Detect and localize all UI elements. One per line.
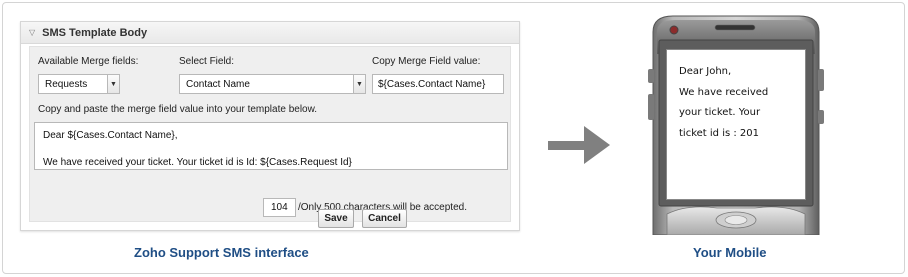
mobile-phone: Dear John, We have received your ticket.… (647, 14, 825, 235)
phone-screen: Dear John, We have received your ticket.… (666, 49, 806, 200)
merge-fields-selected: Requests (45, 78, 88, 90)
merge-field-value-input[interactable]: ${Cases.Contact Name} (372, 74, 504, 94)
template-line-2: We have received your ticket. Your ticke… (43, 157, 352, 168)
left-caption: Zoho Support SMS interface (134, 245, 309, 260)
collapse-triangle-icon[interactable]: ▽ (29, 28, 35, 37)
chevron-down-icon[interactable]: ▼ (107, 75, 119, 93)
sms-line-3: your ticket. Your (679, 107, 761, 118)
panel-title: SMS Template Body (42, 26, 148, 39)
arrow-right-icon (548, 126, 610, 164)
sms-line-4: ticket id is : 201 (679, 127, 759, 139)
sms-template-textarea[interactable]: Dear ${Cases.Contact Name}, We have rece… (34, 122, 508, 170)
merge-fields-label: Available Merge fields: (38, 56, 139, 67)
sms-message: Dear John, We have received your ticket.… (667, 50, 805, 144)
template-line-1: Dear ${Cases.Contact Name}, (43, 130, 178, 141)
panel-header[interactable]: ▽ SMS Template Body (21, 22, 519, 44)
instructions-text: Copy and paste the merge field value int… (38, 104, 318, 115)
char-count-field: 104 (263, 198, 296, 217)
merge-fields-select[interactable]: Requests ▼ (38, 74, 120, 94)
cancel-button[interactable]: Cancel (362, 209, 407, 228)
select-field-label: Select Field: (179, 56, 235, 67)
select-field-selected: Contact Name (186, 78, 250, 90)
panel-body: Available Merge fields: Select Field: Co… (29, 46, 511, 222)
select-field-select[interactable]: Contact Name ▼ (179, 74, 366, 94)
save-button[interactable]: Save (318, 209, 354, 228)
copy-merge-value-label: Copy Merge Field value: (372, 56, 481, 67)
chevron-down-icon[interactable]: ▼ (353, 75, 365, 93)
sms-line-1: Dear John, (679, 66, 732, 77)
right-caption: Your Mobile (693, 245, 767, 260)
sms-line-2: We have received (679, 86, 769, 98)
sms-template-panel: ▽ SMS Template Body Available Merge fiel… (20, 21, 520, 231)
